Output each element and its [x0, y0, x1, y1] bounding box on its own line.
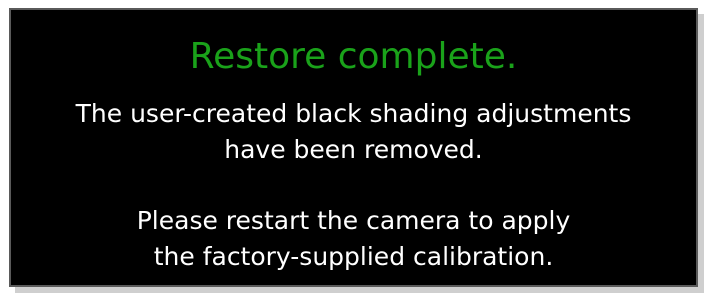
restore-complete-dialog: Restore complete. The user-created black…	[9, 8, 698, 287]
removal-message: The user-created black shading adjustmen…	[11, 96, 696, 168]
restart-instruction: Please restart the camera to apply the f…	[11, 203, 696, 275]
restart-instruction-line-2: the factory-supplied calibration.	[153, 242, 554, 271]
dialog-title: Restore complete.	[189, 36, 518, 77]
restart-instruction-line-1: Please restart the camera to apply	[136, 206, 571, 235]
removal-message-line-1: The user-created black shading adjustmen…	[75, 99, 632, 128]
removal-message-line-2: have been removed.	[224, 135, 483, 164]
